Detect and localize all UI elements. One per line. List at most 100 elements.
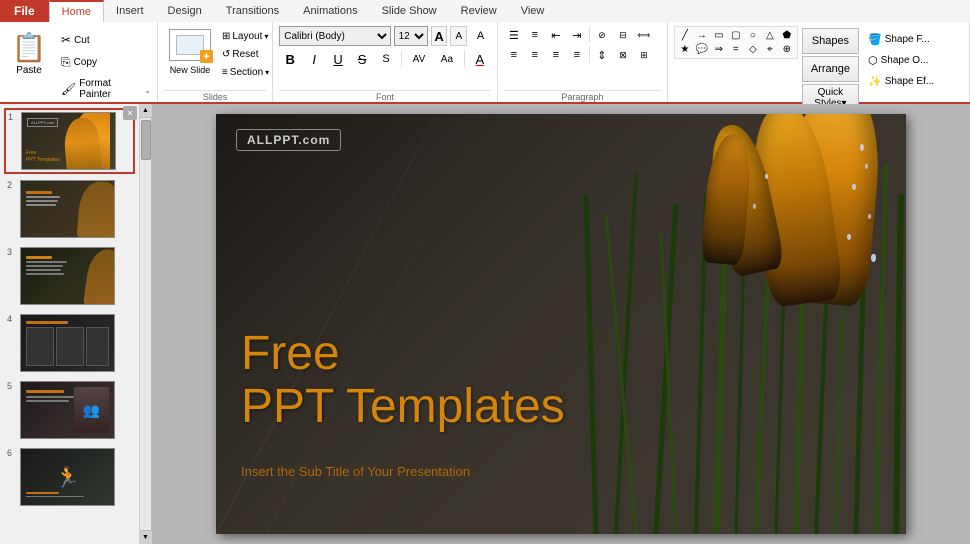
slide-canvas[interactable]: ALLPPT.com Free PPT Templates Insert the…	[216, 114, 906, 534]
align-right-button[interactable]: ≡	[546, 46, 566, 64]
tab-animations[interactable]: Animations	[291, 0, 369, 22]
underline-button[interactable]: U	[327, 49, 349, 69]
slide-preview-2	[20, 180, 115, 238]
scroll-up-arrow[interactable]: ▲	[140, 104, 152, 118]
format-painter-button[interactable]: 🖌 Format Painter	[56, 75, 140, 103]
tab-slideshow[interactable]: Slide Show	[370, 0, 449, 22]
shape-line[interactable]: ╱	[677, 29, 693, 42]
copy-button[interactable]: ⎘ Copy	[56, 52, 140, 73]
brand-label: ALLPPT.com	[236, 129, 341, 151]
clipboard-group: 📋 Paste ✂ Cut ⎘ Copy 🖌 Format Painter ⌄ …	[0, 22, 158, 102]
tab-view[interactable]: View	[509, 0, 557, 22]
panel-close-button[interactable]: ✕	[123, 106, 137, 120]
shape-ribbon[interactable]: ⌖	[762, 43, 778, 56]
shape-block-arrow[interactable]: ⇒	[711, 43, 727, 56]
panel-scrollbar[interactable]: ▲ ▼	[140, 104, 152, 544]
change-case-button[interactable]: Aa	[434, 49, 460, 69]
slide-number-3: 3	[7, 247, 17, 257]
file-tab[interactable]: File	[0, 0, 49, 22]
reset-button[interactable]: ↺ Reset	[218, 46, 273, 63]
slide-preview-1: FreePPT Templates ALLPPT.com	[21, 112, 116, 170]
slide-thumb-4[interactable]: 4	[4, 311, 135, 375]
section-icon: ≡	[222, 67, 228, 78]
slide-thumb-1[interactable]: 1 FreePPT Templates ALLPPT.com	[4, 108, 135, 174]
ribbon-tabs-container: Home Insert Design Transitions Animation…	[49, 0, 970, 22]
strikethrough-button[interactable]: S	[351, 49, 373, 69]
shape-callout[interactable]: 💬	[694, 43, 710, 56]
slide-number-6: 6	[7, 448, 17, 458]
char-spacing-button[interactable]: AV	[406, 49, 432, 69]
text-direction-button[interactable]: ⟺	[634, 26, 654, 44]
layout-button[interactable]: ⊞ Layout▾	[218, 28, 273, 45]
numbered-list-button[interactable]: ≡	[525, 26, 545, 44]
align-left-button[interactable]: ≡	[504, 46, 524, 64]
tab-transitions[interactable]: Transitions	[214, 0, 291, 22]
slide-preview-4	[20, 314, 115, 372]
shape-outline-button[interactable]: ⬡ Shape O...	[863, 51, 963, 70]
shapes-button[interactable]: Shapes	[802, 28, 859, 54]
section-button[interactable]: ≡ Section▾	[218, 64, 273, 81]
slide-panel: ✕ 1 FreePPT Templates ALLPPT.com 2	[0, 104, 140, 544]
flower-bud-small	[706, 124, 776, 284]
arrange-button[interactable]: Arrange	[802, 56, 859, 82]
quick-styles-button[interactable]: Quick Styles▾	[802, 84, 859, 106]
shape-fill-button[interactable]: 🪣 Shape F...	[863, 30, 963, 49]
increase-indent-button[interactable]: ⇥	[567, 26, 587, 44]
font-name-select[interactable]: Calibri (Body)	[279, 26, 390, 46]
decrease-font-button[interactable]: A	[450, 26, 467, 46]
slide-preview-3	[20, 247, 115, 305]
shape-arrow[interactable]: →	[694, 29, 710, 42]
font-size-select[interactable]: 12	[394, 26, 428, 46]
shape-triangle[interactable]: △	[762, 29, 778, 42]
bold-button[interactable]: B	[279, 49, 301, 69]
align-text-button[interactable]: ⊠	[613, 46, 633, 64]
shape-effects-button[interactable]: ✨ Shape Ef...	[863, 72, 963, 91]
convert-smartart-button[interactable]: ⊘	[592, 26, 612, 44]
bullet-list-button[interactable]: ☰	[504, 26, 524, 44]
ribbon: 📋 Paste ✂ Cut ⎘ Copy 🖌 Format Painter ⌄ …	[0, 22, 970, 104]
copy-icon: ⎘	[61, 55, 71, 70]
shape-rounded-rect[interactable]: ▢	[728, 29, 744, 42]
shape-flowchart[interactable]: ◇	[745, 43, 761, 56]
font-label: Font	[279, 90, 491, 102]
font-color-button[interactable]: A	[469, 49, 491, 69]
paste-label: Paste	[16, 65, 42, 76]
slide-thumb-2[interactable]: 2	[4, 177, 135, 241]
shape-rect[interactable]: ▭	[711, 29, 727, 42]
increase-font-button[interactable]: A	[431, 26, 448, 46]
scroll-thumb[interactable]	[141, 120, 151, 160]
shape-outline-icon: ⬡	[868, 54, 878, 67]
paragraph-group: ☰ ≡ ⇤ ⇥ ⊘ ⊟ ⟺ ≡ ≡ ≡ ≡ ⇕ ⊠ ⊞ Paragraph	[498, 22, 668, 102]
decrease-indent-button[interactable]: ⇤	[546, 26, 566, 44]
scroll-down-arrow[interactable]: ▼	[140, 530, 152, 544]
shape-more[interactable]: ⊕	[779, 43, 795, 56]
tab-home[interactable]: Home	[49, 0, 104, 22]
shape-chevron[interactable]: ⬟	[779, 29, 795, 42]
align-center-button[interactable]: ≡	[525, 46, 545, 64]
clipboard-dialog-launcher[interactable]: ⌄	[142, 85, 153, 96]
italic-button[interactable]: I	[303, 49, 325, 69]
slide-thumb-6[interactable]: 6 🏃	[4, 445, 135, 509]
shape-equation[interactable]: =	[728, 43, 744, 56]
new-slide-button[interactable]: + New Slide	[164, 26, 216, 78]
clear-formatting-button[interactable]: A	[470, 26, 491, 46]
new-slide-icon: +	[169, 29, 211, 61]
tab-design[interactable]: Design	[156, 0, 214, 22]
slide-preview-6: 🏃	[20, 448, 115, 506]
justify-button[interactable]: ≡	[567, 46, 587, 64]
slide-subtitle[interactable]: Insert the Sub Title of Your Presentatio…	[241, 464, 470, 479]
convert-column-button[interactable]: ⊞	[634, 46, 654, 64]
slide-thumb-5[interactable]: 5 👥	[4, 378, 135, 442]
paste-button[interactable]: 📋 Paste	[4, 26, 54, 79]
line-spacing-button[interactable]: ⇕	[592, 46, 612, 64]
tab-review[interactable]: Review	[449, 0, 509, 22]
slide-title[interactable]: Free PPT Templates	[241, 328, 565, 434]
shape-oval[interactable]: ○	[745, 29, 761, 42]
cut-button[interactable]: ✂ Cut	[56, 30, 140, 50]
text-shadow-button[interactable]: S	[375, 49, 397, 69]
col-spacer[interactable]: ⊟	[613, 26, 633, 44]
tab-insert[interactable]: Insert	[104, 0, 156, 22]
format-painter-icon: 🖌	[61, 82, 76, 96]
shape-star[interactable]: ★	[677, 43, 693, 56]
slide-thumb-3[interactable]: 3	[4, 244, 135, 308]
